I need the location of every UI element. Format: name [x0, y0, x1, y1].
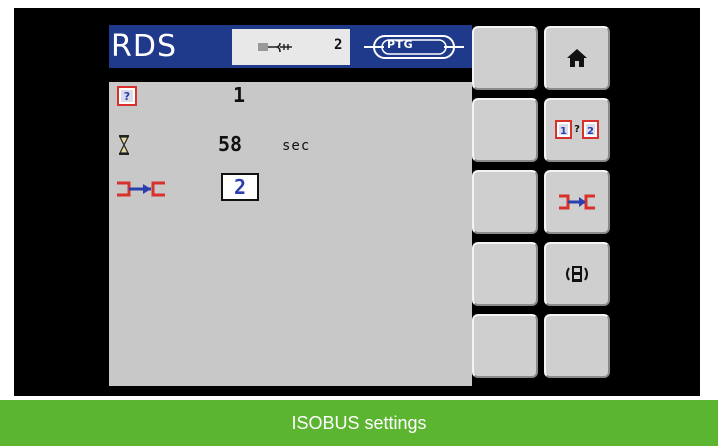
softkey-a5[interactable] [472, 314, 538, 378]
ptg-logo-text: PTG [387, 38, 414, 51]
parameter-unit-2: sec [282, 138, 311, 154]
softkey-a3[interactable] [472, 170, 538, 234]
parameter-panel [109, 82, 472, 386]
mode-toggle-button[interactable] [544, 242, 610, 306]
footer-caption: ISOBUS settings [0, 400, 718, 446]
rds-logo: RDS [111, 29, 177, 64]
home-icon [567, 49, 587, 67]
mode-toggle-icon [566, 266, 588, 282]
coupling-value-input[interactable]: 2 [221, 173, 259, 201]
help-question-icon: ? [117, 86, 137, 106]
svg-text:?: ? [574, 124, 580, 135]
parameter-value-2: 58 [218, 132, 243, 156]
svg-text:1: 1 [560, 126, 567, 137]
working-set-number: 2 [334, 37, 343, 53]
softkey-b5[interactable] [544, 314, 610, 378]
swap-1-2-button[interactable]: 1 ? 2 [544, 98, 610, 162]
swap-1-2-icon: 1 ? 2 [555, 120, 599, 139]
coupling-button[interactable] [544, 170, 610, 234]
svg-text:2: 2 [587, 126, 594, 137]
hourglass-icon [119, 135, 129, 155]
softkey-a4[interactable] [472, 242, 538, 306]
coupling-icon [117, 181, 165, 197]
softkey-a2[interactable] [472, 98, 538, 162]
softkey-a1[interactable] [472, 26, 538, 90]
svg-text:?: ? [124, 90, 130, 103]
ptg-logo [364, 35, 464, 59]
coupling-icon [559, 194, 595, 210]
parameter-value-1: 1 [233, 83, 246, 107]
implement-connector-icon [258, 42, 292, 53]
home-button[interactable] [544, 26, 610, 90]
